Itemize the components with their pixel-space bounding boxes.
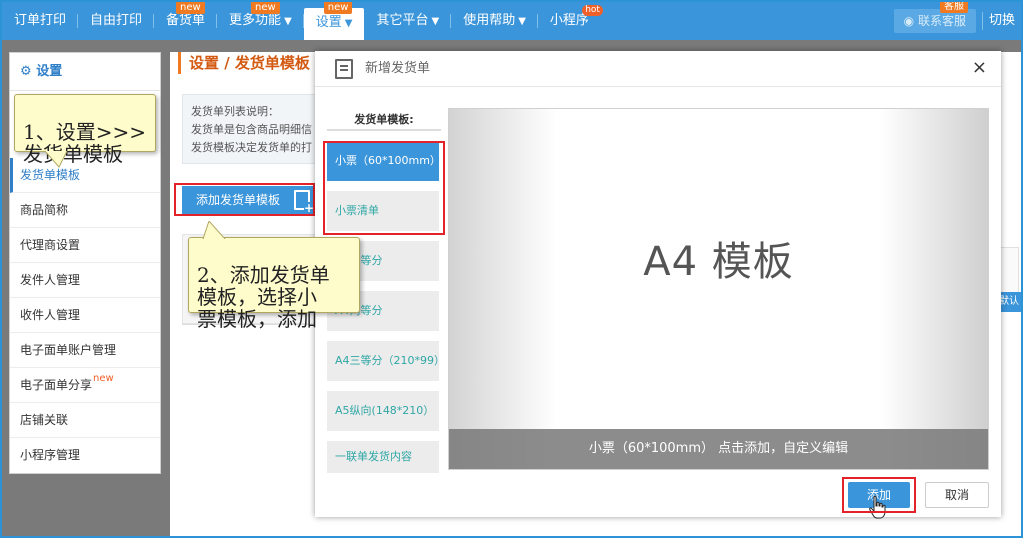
modal-title: 新增发货单 [365, 61, 431, 76]
highlight-receipt-templates [323, 141, 445, 235]
sidebar-item-sender-manage[interactable]: 发件人管理 [10, 263, 160, 298]
top-nav: 订单打印 自由打印 new 备货单 new 更多功能 ▼ new 设置 ▼ 其它平台… [2, 2, 1021, 40]
template-a5-portrait[interactable]: A5纵向(148*210） [327, 391, 439, 431]
nav-right: 客服 ◉ 联系客服 切换 [893, 2, 1021, 40]
nav-more-features[interactable]: new 更多功能 ▼ [217, 2, 304, 40]
nav-order-print[interactable]: 订单打印 [2, 2, 79, 40]
page-title: 设置 / 发货单模板 [178, 52, 310, 74]
callout-tail [45, 151, 68, 168]
sidebar-item-mini-program[interactable]: 小程序管理 [10, 438, 160, 473]
headset-icon: ◉ [903, 14, 915, 28]
template-single-copy[interactable]: 一联单发货内容 [327, 441, 439, 473]
new-badge: new [176, 2, 205, 14]
support-badge: 客服 [939, 2, 968, 13]
nav-stock-list[interactable]: new 备货单 [154, 2, 218, 40]
sidebar-item-ewaybill-account[interactable]: 电子面单账户管理 [10, 333, 160, 368]
callout-tail [202, 221, 226, 239]
nav-mini-program[interactable]: hot 小程序 [538, 2, 603, 40]
sidebar-item-agent-settings[interactable]: 代理商设置 [10, 228, 160, 263]
modal-header: 新增发货单 × [315, 51, 1001, 87]
template-list-label: 发货单模板: [327, 109, 441, 131]
sidebar-item-ewaybill-share[interactable]: 电子面单分享new [10, 368, 160, 403]
new-badge: new [323, 2, 353, 14]
nav-other-platforms[interactable]: 其它平台 ▼ [364, 2, 451, 40]
chevron-down-icon: ▼ [518, 16, 526, 27]
highlight-add-button [842, 477, 916, 513]
sidebar-item-receiver-manage[interactable]: 收件人管理 [10, 298, 160, 333]
sidebar-item-shop-link[interactable]: 店铺关联 [10, 403, 160, 438]
gear-icon: ⚙ [20, 64, 32, 79]
nav-help[interactable]: 使用帮助 ▼ [451, 2, 538, 40]
preview-caption: 小票（60*100mm） 点击添加，自定义编辑 [449, 429, 988, 469]
hot-badge: hot [582, 5, 603, 16]
close-icon[interactable]: × [972, 51, 987, 85]
template-a4-thirds-210x99[interactable]: A4三等分（210*99） [327, 341, 439, 381]
new-invoice-modal: 新增发货单 × 发货单模板: 小票（60*100mm） 小票清单 A4三等分 A… [315, 51, 1001, 519]
preview-text: A4 模板 [643, 239, 794, 285]
document-icon [335, 59, 353, 79]
default-button[interactable]: 默认 [999, 292, 1021, 312]
cancel-button[interactable]: 取消 [925, 482, 989, 508]
chevron-down-icon: ▼ [344, 18, 353, 29]
callout-step-1: 1、设置>>> 发货单模板 [14, 94, 156, 168]
chevron-down-icon: ▼ [284, 16, 292, 27]
nav-free-print[interactable]: 自由打印 [78, 2, 155, 40]
new-badge: new [93, 373, 114, 384]
template-preview: A4 模板 小票（60*100mm） 点击添加，自定义编辑 [448, 108, 989, 470]
new-badge: new [251, 2, 280, 14]
table-edge [999, 247, 1019, 297]
sidebar-title: ⚙ 设置 [10, 53, 160, 91]
app-window: 订单打印 自由打印 new 备货单 new 更多功能 ▼ new 设置 ▼ 其它平台… [0, 0, 1023, 538]
callout-step-2: 2、添加发货单 模板，选择小 票模板，添加 [188, 221, 360, 330]
contact-support-button[interactable]: 客服 ◉ 联系客服 [893, 2, 976, 33]
highlight-add-template [174, 183, 315, 216]
switch-link[interactable]: 切换 [981, 12, 1021, 30]
sidebar-item-product-alias[interactable]: 商品简称 [10, 193, 160, 228]
chevron-down-icon: ▼ [431, 16, 440, 27]
nav-settings[interactable]: new 设置 ▼ [303, 2, 365, 40]
